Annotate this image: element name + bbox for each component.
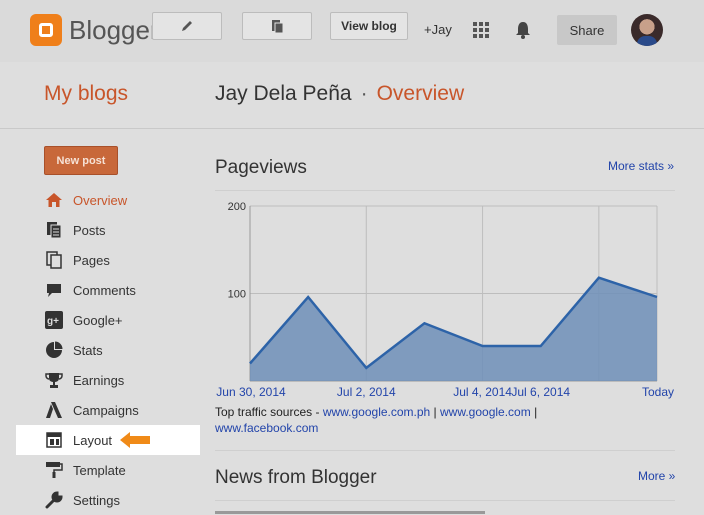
- sidebar-item-label: Google+: [73, 312, 123, 328]
- sidebar-item-label: Overview: [73, 192, 128, 208]
- news-divider-top: [215, 450, 675, 451]
- share-button[interactable]: Share: [557, 15, 617, 45]
- campaigns-icon: [45, 401, 63, 419]
- trophy-icon: [45, 371, 63, 389]
- pageviews-title: Pageviews: [215, 157, 307, 178]
- view-blog-button[interactable]: View blog: [330, 12, 408, 40]
- news-title: News from Blogger: [215, 467, 377, 488]
- app-name: Blogger: [69, 14, 159, 45]
- sidebar-nav: Overview Posts Pages Comments g+ Google+…: [0, 185, 200, 515]
- traffic-sources-label: Top traffic sources -: [215, 405, 323, 419]
- pie-chart-icon: [45, 341, 63, 359]
- page-header: My blogs Jay Dela Peña · Overview: [0, 62, 704, 129]
- sidebar-item-campaigns[interactable]: Campaigns: [0, 395, 200, 425]
- sidebar-item-label: Stats: [73, 342, 103, 358]
- new-post-button[interactable]: New post: [44, 146, 118, 175]
- sidebar-item-layout[interactable]: Layout: [16, 425, 200, 455]
- y-tick-label: 200: [228, 201, 246, 213]
- sidebar-item-comments[interactable]: Comments: [0, 275, 200, 305]
- sidebar-item-template[interactable]: Template: [0, 455, 200, 485]
- sidebar-item-label: Posts: [73, 222, 106, 238]
- sidebar-item-posts[interactable]: Posts: [0, 215, 200, 245]
- paint-roller-icon: [45, 461, 63, 479]
- sidebar-item-earnings[interactable]: Earnings: [0, 365, 200, 395]
- x-tick-label: Today: [642, 385, 674, 399]
- x-tick-label: Jul 6, 2014: [511, 385, 570, 399]
- x-tick-label: Jun 30, 2014: [216, 385, 286, 399]
- top-bar: Blogger View blog +Jay Share: [0, 0, 704, 62]
- comment-icon: [45, 281, 63, 299]
- apps-grid-icon[interactable]: [473, 22, 489, 38]
- sidebar-item-pages[interactable]: Pages: [0, 245, 200, 275]
- title-separator: ·: [360, 82, 368, 105]
- x-tick-label: Jul 4, 2014: [453, 385, 512, 399]
- news-teaser: [215, 509, 515, 515]
- page-title: Jay Dela Peña · Overview: [215, 82, 464, 106]
- google-plus-icon: g+: [45, 311, 63, 329]
- sidebar-item-settings[interactable]: Settings: [0, 485, 200, 515]
- pageviews-divider: [215, 190, 675, 191]
- news-more-link[interactable]: More »: [638, 469, 675, 483]
- posts-icon: [269, 18, 285, 34]
- posts-toolbar-button[interactable]: [242, 12, 312, 40]
- sidebar-item-label: Campaigns: [73, 402, 139, 418]
- sidebar-item-label: Layout: [73, 432, 113, 448]
- traffic-sources: Top traffic sources - www.google.com.ph …: [215, 404, 635, 436]
- pencil-icon: [179, 18, 195, 34]
- traffic-separator: |: [430, 405, 441, 419]
- posts-icon: [45, 221, 63, 239]
- sidebar-item-google-plus[interactable]: g+ Google+: [0, 305, 200, 335]
- current-page-name: Overview: [376, 82, 465, 105]
- google-plus-profile-link[interactable]: +Jay: [424, 22, 452, 37]
- sidebar-item-label: Pages: [73, 252, 110, 268]
- bell-icon[interactable]: [514, 20, 532, 45]
- pages-icon: [45, 251, 63, 269]
- traffic-source-link[interactable]: www.google.com.ph: [323, 405, 430, 419]
- wrench-icon: [45, 491, 63, 509]
- traffic-source-link[interactable]: www.facebook.com: [215, 421, 318, 435]
- traffic-source-link[interactable]: www.google.com: [440, 405, 531, 419]
- sidebar-item-label: Earnings: [73, 372, 125, 388]
- more-stats-link[interactable]: More stats »: [608, 159, 674, 173]
- svg-text:g+: g+: [47, 316, 59, 327]
- blogger-logo-icon: [30, 14, 62, 46]
- blog-name[interactable]: Jay Dela Peña: [215, 82, 352, 105]
- sidebar-item-stats[interactable]: Stats: [0, 335, 200, 365]
- highlight-arrow-icon: [118, 430, 152, 455]
- news-divider: [215, 500, 675, 501]
- avatar[interactable]: [631, 14, 663, 46]
- blogger-logo[interactable]: Blogger: [30, 14, 159, 46]
- pageviews-chart: 100 200 Jun 30, 2014 Jul 2, 2014 Jul 4, 2014…: [216, 201, 674, 399]
- y-tick-label: 100: [228, 289, 246, 301]
- new-post-toolbar-button[interactable]: [152, 12, 222, 40]
- sidebar-item-label: Template: [73, 462, 126, 478]
- sidebar-item-label: Settings: [73, 492, 120, 508]
- sidebar-item-overview[interactable]: Overview: [0, 185, 200, 215]
- layout-icon: [45, 431, 63, 449]
- x-tick-label: Jul 2, 2014: [337, 385, 396, 399]
- sidebar-item-label: Comments: [73, 282, 136, 298]
- my-blogs-link[interactable]: My blogs: [44, 82, 128, 106]
- traffic-separator: |: [530, 405, 538, 419]
- home-icon: [45, 191, 63, 209]
